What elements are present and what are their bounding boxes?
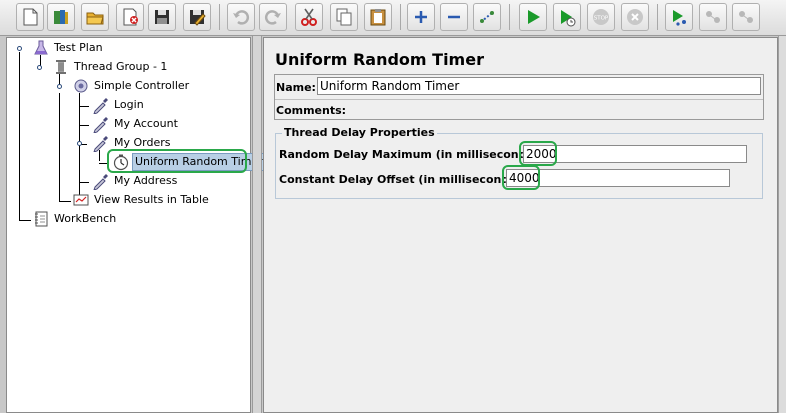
tree-item-label: Thread Group - 1 <box>74 60 168 73</box>
remote-stop-icon <box>706 11 720 23</box>
copy-icon <box>336 8 352 26</box>
paste-button[interactable] <box>364 3 392 31</box>
table-chart-icon <box>72 191 90 209</box>
open-button[interactable] <box>81 3 109 31</box>
expander-simple-controller[interactable] <box>57 84 62 89</box>
toggle-button[interactable] <box>473 3 501 31</box>
name-comments-box: Name: Uniform Random Timer Comments: <box>274 74 764 120</box>
start-no-timers-icon <box>561 10 576 27</box>
tree-item-label: Login <box>114 98 144 111</box>
remote-start-button[interactable] <box>665 3 693 31</box>
save-as-button[interactable] <box>183 3 211 31</box>
stop-icon: STOP <box>593 9 609 25</box>
collapse-icon <box>448 15 460 19</box>
tree-item-label: WorkBench <box>54 212 117 225</box>
remote-start-icon <box>673 10 686 26</box>
templates-button[interactable] <box>47 3 75 31</box>
pipette-icon <box>92 172 110 191</box>
pipette-icon <box>92 96 110 115</box>
tree-item-label: Simple Controller <box>94 79 190 92</box>
new-icon <box>23 8 38 26</box>
remote-stop-button[interactable] <box>699 3 727 31</box>
open-icon <box>86 12 104 25</box>
right-scrollbar[interactable] <box>778 36 786 413</box>
save-icon <box>155 10 169 24</box>
undo-button[interactable] <box>227 3 255 31</box>
remote-shutdown-button[interactable] <box>732 3 760 31</box>
panel-splitter[interactable] <box>252 36 262 413</box>
constant-delay-label: Constant Delay Offset (in milliseconds): <box>279 173 526 186</box>
undo-icon <box>233 10 250 25</box>
timer-config-panel: Uniform Random Timer Name: Uniform Rando… <box>263 37 778 413</box>
paste-icon <box>370 9 386 26</box>
expander-my-orders[interactable] <box>77 141 82 146</box>
close-icon <box>123 8 138 26</box>
tree-item-label: Test Plan <box>54 41 103 54</box>
remote-shutdown-icon <box>739 11 753 23</box>
stop-button[interactable]: STOP <box>587 3 615 31</box>
name-label: Name: <box>276 81 316 94</box>
expander-thread-group[interactable] <box>37 65 42 70</box>
random-delay-highlight <box>519 141 557 166</box>
shutdown-icon <box>627 9 643 25</box>
page-title: Uniform Random Timer <box>275 50 484 69</box>
stop-text: STOP <box>594 16 609 22</box>
group-title: Thread Delay Properties <box>282 126 437 139</box>
redo-button[interactable] <box>259 3 287 31</box>
spool-icon <box>52 58 70 76</box>
redo-icon <box>264 10 281 25</box>
shutdown-button[interactable] <box>621 3 649 31</box>
cut-button[interactable] <box>295 3 323 31</box>
random-delay-label: Random Delay Maximum (in milliseconds): <box>279 148 543 161</box>
toolbar: STOP <box>0 0 786 36</box>
pipette-icon <box>92 134 110 153</box>
new-button[interactable] <box>16 3 44 31</box>
comments-label: Comments: <box>276 104 347 117</box>
collapse-button[interactable] <box>440 3 468 31</box>
notebook-icon <box>32 210 50 228</box>
constant-delay-highlight <box>502 165 540 190</box>
templates-icon <box>54 10 68 24</box>
toggle-icon <box>480 11 494 23</box>
cut-icon <box>301 8 317 26</box>
expand-icon <box>415 11 427 23</box>
save-as-icon <box>190 10 206 26</box>
start-no-timers-button[interactable] <box>553 3 581 31</box>
selected-item-highlight <box>107 149 247 173</box>
test-plan-tree[interactable]: Test Plan Thread Group - 1 Simple Contro… <box>6 37 266 413</box>
copy-button[interactable] <box>330 3 358 31</box>
flask-icon <box>32 39 50 57</box>
tree-item-label: My Address <box>114 174 178 187</box>
controller-icon <box>72 77 90 95</box>
close-button[interactable] <box>116 3 144 31</box>
tree-item-label: View Results in Table <box>94 193 209 206</box>
expander-test-plan[interactable] <box>17 46 22 51</box>
thread-delay-properties: Thread Delay Properties Random Delay Max… <box>275 126 763 199</box>
start-icon <box>528 10 540 24</box>
pipette-icon <box>92 115 110 134</box>
start-button[interactable] <box>519 3 547 31</box>
name-field[interactable]: Uniform Random Timer <box>317 77 761 95</box>
tree-item-label: My Account <box>114 117 178 130</box>
expand-button[interactable] <box>407 3 435 31</box>
save-button[interactable] <box>148 3 176 31</box>
